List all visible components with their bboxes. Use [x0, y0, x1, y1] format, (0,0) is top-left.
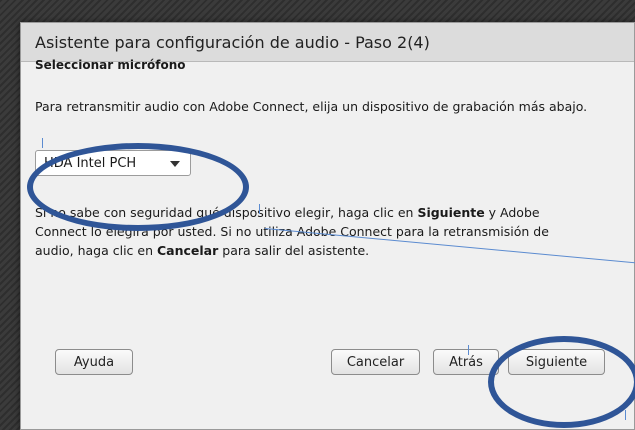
- help-button[interactable]: Ayuda: [55, 349, 133, 375]
- microphone-select-value: HDA Intel PCH: [44, 155, 137, 171]
- next-button[interactable]: Siguiente: [508, 349, 605, 375]
- annotation-marker: [42, 138, 43, 148]
- annotation-marker: [259, 204, 260, 214]
- help-text-next: Siguiente: [417, 205, 485, 220]
- cancel-button[interactable]: Cancelar: [331, 349, 420, 375]
- microphone-select[interactable]: HDA Intel PCH: [35, 150, 191, 176]
- section-heading: Seleccionar micrófono: [35, 58, 186, 72]
- back-button[interactable]: Atrás: [433, 349, 499, 375]
- help-text-cancel: Cancelar: [157, 243, 219, 258]
- chevron-down-icon: [170, 161, 180, 167]
- intro-text: Para retransmitir audio con Adobe Connec…: [35, 99, 588, 114]
- annotation-marker: [625, 410, 626, 420]
- dialog-titlebar: Asistente para configuración de audio - …: [21, 23, 634, 62]
- annotation-marker: [468, 345, 469, 355]
- dialog-title: Asistente para configuración de audio - …: [35, 32, 430, 52]
- help-text-part-1: Si no sabe con seguridad qué dispositivo…: [35, 205, 418, 220]
- help-text-part-3: para salir del asistente.: [218, 243, 370, 258]
